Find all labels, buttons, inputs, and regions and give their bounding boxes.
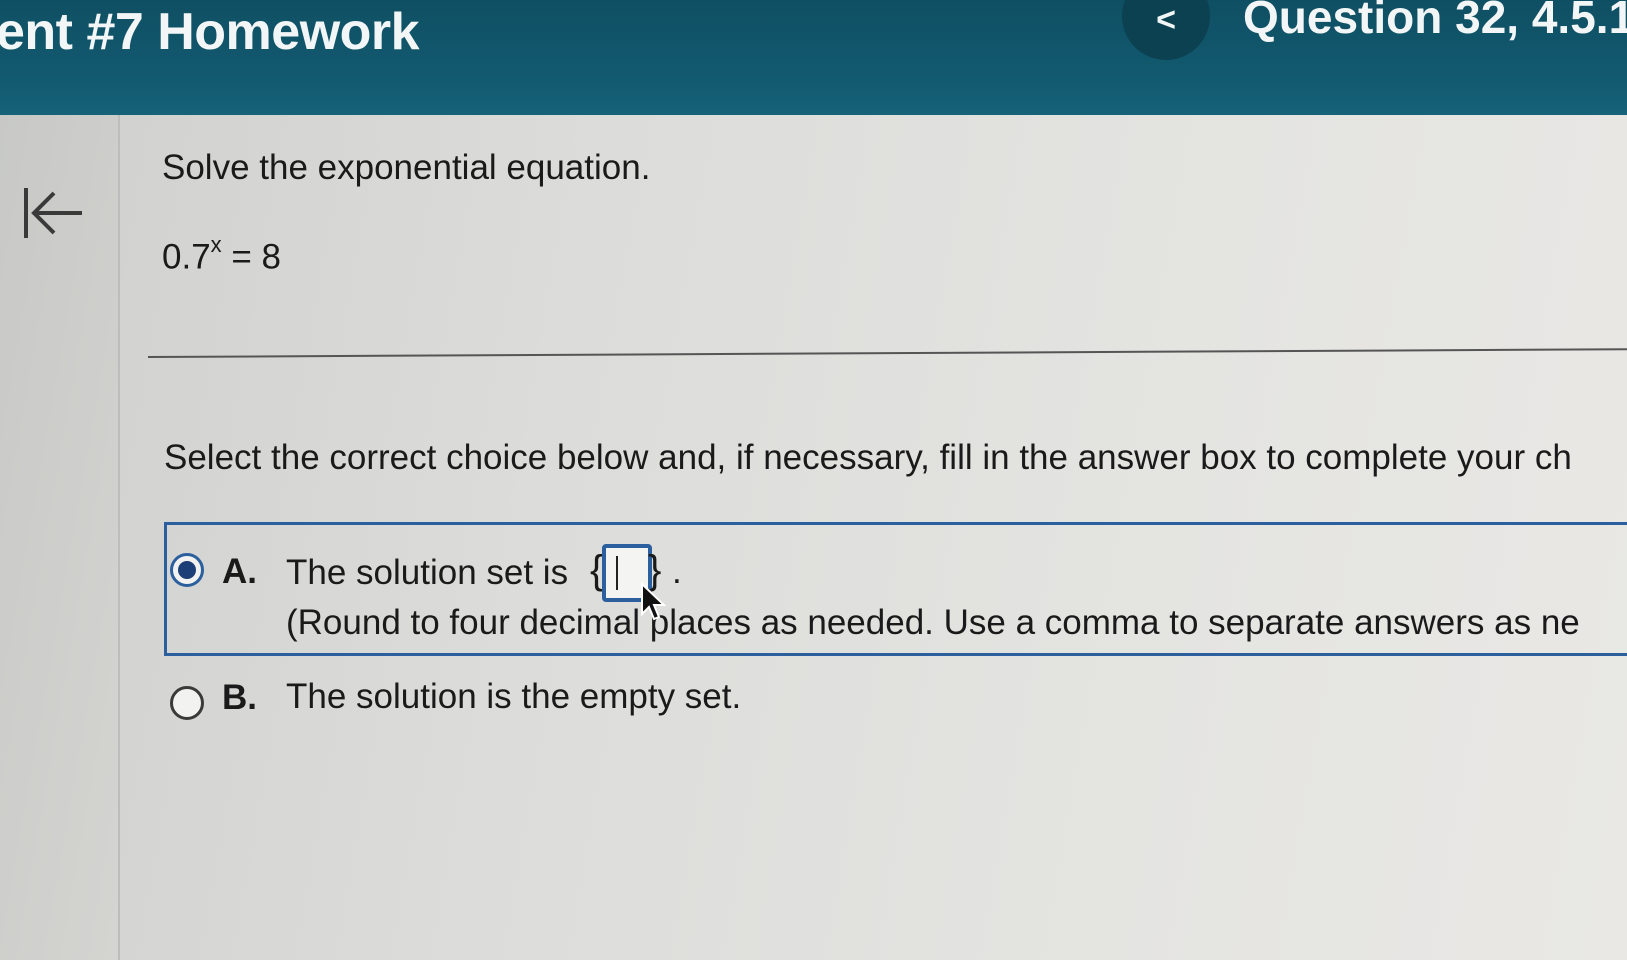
radio-selected-dot [178,561,196,579]
equation-base: 0.7 [162,237,211,277]
instruction-text: Select the correct choice below and, if … [164,438,1572,477]
choice-b-letter: B. [222,678,257,717]
divider [147,348,1627,358]
text-caret [616,556,618,590]
equation-rhs: = 8 [221,237,282,277]
choice-a-note: (Round to four decimal places as needed.… [286,603,1580,642]
collapse-left-icon[interactable] [20,180,90,250]
assignment-title: ent #7 Homework [0,3,420,61]
choice-a-text[interactable]: The solution set is [286,553,568,593]
header-bar: ent #7 Homework < Question 32, 4.5.1 [0,0,1627,115]
choice-a-period: . [672,552,682,591]
question-title: Question 32, 4.5.1 [1243,0,1627,43]
page: ent #7 Homework < Question 32, 4.5.1 Sol… [0,0,1627,960]
previous-question-button[interactable]: < [1122,0,1210,60]
choice-a-letter: A. [222,552,257,591]
mouse-pointer-icon [641,582,666,621]
choice-b-radio[interactable] [170,686,204,720]
question-prompt: Solve the exponential equation. [162,148,651,187]
left-rail [0,115,120,960]
equation-exponent: x [210,232,222,257]
chevron-left-icon: < [1156,1,1176,39]
choice-a-radio[interactable] [170,553,204,587]
equation: 0.7x = 8 [162,232,282,278]
choice-b-text[interactable]: The solution is the empty set. [286,677,741,717]
